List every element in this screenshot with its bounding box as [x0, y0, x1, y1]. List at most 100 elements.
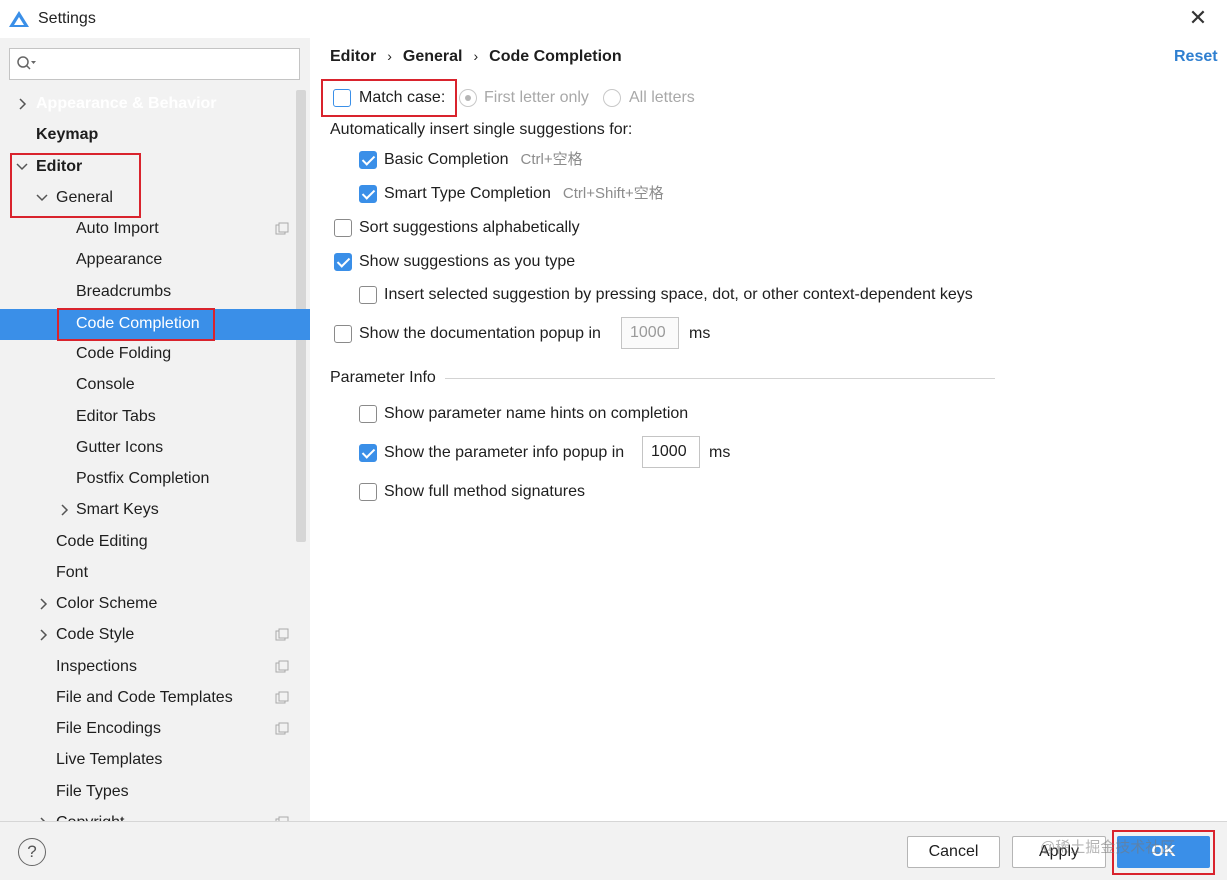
- sidebar-item-appearance-behavior[interactable]: Appearance & Behavior: [0, 89, 290, 119]
- parameter-info-heading: Parameter Info: [330, 369, 436, 386]
- show-as-type-checkbox[interactable]: [334, 253, 352, 271]
- sidebar-item-file-types[interactable]: File Types: [0, 777, 290, 807]
- sort-alpha-label: Sort suggestions alphabetically: [359, 219, 580, 236]
- sidebar-item-font[interactable]: Font: [0, 558, 290, 588]
- breadcrumb-general[interactable]: General: [403, 48, 463, 65]
- chevron-right-icon[interactable]: [36, 589, 50, 619]
- sidebar-item-label: Auto Import: [76, 220, 159, 237]
- doc-popup-delay-input[interactable]: 1000: [621, 317, 679, 349]
- sidebar-item-label: Gutter Icons: [76, 439, 164, 456]
- project-settings-icon: [275, 660, 289, 673]
- watermark-text: @稀土掘金技术社区: [1040, 839, 1176, 856]
- breadcrumb: Editor › General › Code Completion: [330, 48, 622, 66]
- all-letters-label: All letters: [629, 89, 695, 106]
- sidebar-item-label: Inspections: [56, 658, 137, 675]
- sidebar-item-label: Appearance & Behavior: [36, 95, 217, 112]
- sidebar-item-console[interactable]: Console: [0, 370, 290, 400]
- sidebar-item-postfix-completion[interactable]: Postfix Completion: [0, 464, 290, 494]
- basic-completion-checkbox[interactable]: [359, 151, 377, 169]
- chevron-right-icon[interactable]: [57, 495, 71, 525]
- breadcrumb-separator: ›: [473, 48, 479, 64]
- sort-alpha-checkbox[interactable]: [334, 219, 352, 237]
- settings-content: Editor › General › Code Completion Reset Mat…: [310, 38, 1227, 821]
- sidebar-item-label: Code Style: [56, 626, 135, 643]
- first-letter-only-radio[interactable]: [459, 89, 477, 107]
- smart-type-completion-checkbox[interactable]: [359, 185, 377, 203]
- project-settings-icon: [275, 628, 289, 641]
- basic-completion-row: Basic Completion Ctrl+空格: [359, 147, 759, 173]
- help-icon[interactable]: ?: [18, 838, 46, 866]
- sidebar-item-appearance[interactable]: Appearance: [0, 245, 290, 275]
- chevron-right-icon[interactable]: [15, 89, 29, 119]
- sidebar-item-auto-import[interactable]: Auto Import: [0, 214, 290, 244]
- doc-popup-ms-label: ms: [689, 325, 711, 342]
- param-name-hints-label: Show parameter name hints on completion: [384, 405, 689, 422]
- sidebar-item-label: Code Editing: [56, 533, 148, 550]
- sidebar-item-label: File Encodings: [56, 720, 161, 737]
- smart-type-completion-row: Smart Type Completion Ctrl+Shift+空格: [359, 181, 809, 207]
- param-info-delay-input[interactable]: 1000: [642, 436, 700, 468]
- breadcrumb-separator: ›: [387, 48, 392, 64]
- basic-completion-shortcut: Ctrl+空格: [520, 151, 583, 168]
- sidebar-item-gutter-icons[interactable]: Gutter Icons: [0, 433, 290, 463]
- sidebar-item-color-scheme[interactable]: Color Scheme: [0, 589, 290, 619]
- sidebar-item-label: Postfix Completion: [76, 470, 210, 487]
- settings-sidebar: Appearance & Behavior Keymap Editor Gene…: [0, 38, 310, 821]
- annotation-box-code-completion: [57, 308, 215, 341]
- insert-selected-row: Insert selected suggestion by pressing s…: [359, 282, 1059, 308]
- smart-type-completion-label: Smart Type Completion Ctrl+Shift+空格: [384, 185, 664, 202]
- chevron-right-icon[interactable]: [36, 620, 50, 650]
- sidebar-item-smart-keys[interactable]: Smart Keys: [0, 495, 290, 525]
- cancel-button[interactable]: Cancel: [907, 836, 1000, 868]
- sidebar-item-label: Copyright: [56, 808, 124, 821]
- sidebar-item-label: Font: [56, 564, 89, 581]
- sidebar-item-code-style[interactable]: Code Style: [0, 620, 290, 650]
- param-name-hints-row: Show parameter name hints on completion: [359, 401, 759, 427]
- sidebar-item-label: Smart Keys: [76, 501, 159, 518]
- param-info-ms-label: ms: [709, 444, 731, 461]
- full-signatures-checkbox[interactable]: [359, 483, 377, 501]
- sidebar-item-label: Keymap: [36, 126, 99, 143]
- param-name-hints-checkbox[interactable]: [359, 405, 377, 423]
- show-as-type-row: Show suggestions as you type: [334, 249, 734, 275]
- search-input[interactable]: [9, 48, 300, 80]
- section-divider: [445, 378, 995, 379]
- project-settings-icon: [275, 222, 289, 235]
- sidebar-item-label: Editor Tabs: [76, 408, 156, 425]
- all-letters-radio[interactable]: [603, 89, 621, 107]
- breadcrumb-editor[interactable]: Editor: [330, 48, 376, 65]
- app-logo-icon: [9, 11, 29, 27]
- sidebar-item-file-encodings[interactable]: File Encodings: [0, 714, 290, 744]
- reset-link[interactable]: Reset: [1174, 48, 1218, 66]
- sidebar-item-file-code-templates[interactable]: File and Code Templates: [0, 683, 290, 713]
- sidebar-item-copyright[interactable]: Copyright: [0, 808, 290, 821]
- sort-alpha-row: Sort suggestions alphabetically: [334, 215, 734, 241]
- param-info-popup-checkbox[interactable]: [359, 444, 377, 462]
- doc-popup-checkbox[interactable]: [334, 325, 352, 343]
- auto-insert-heading: Automatically insert single suggestions …: [330, 121, 633, 138]
- full-signatures-label: Show full method signatures: [384, 483, 585, 500]
- close-icon[interactable]: ✕: [1186, 6, 1210, 30]
- doc-popup-label: Show the documentation popup in: [359, 325, 601, 342]
- dialog-footer: ? Cancel Apply OK @稀土掘金技术社区: [0, 821, 1227, 880]
- sidebar-item-label: Color Scheme: [56, 595, 158, 612]
- sidebar-item-label: Breadcrumbs: [76, 283, 172, 300]
- sidebar-item-label: File and Code Templates: [56, 689, 233, 706]
- sidebar-item-label: Console: [76, 376, 135, 393]
- basic-completion-label: Basic Completion Ctrl+空格: [384, 151, 583, 168]
- sidebar-item-code-folding[interactable]: Code Folding: [0, 339, 290, 369]
- title-bar: Settings ✕: [0, 0, 1227, 38]
- full-signatures-row: Show full method signatures: [359, 479, 759, 505]
- sidebar-item-inspections[interactable]: Inspections: [0, 652, 290, 682]
- param-info-popup-label: Show the parameter info popup in: [384, 444, 625, 461]
- sidebar-item-live-templates[interactable]: Live Templates: [0, 745, 290, 775]
- insert-selected-checkbox[interactable]: [359, 286, 377, 304]
- sidebar-item-keymap[interactable]: Keymap: [0, 120, 290, 150]
- sidebar-item-code-editing[interactable]: Code Editing: [0, 527, 290, 557]
- sidebar-item-label: File Types: [56, 783, 129, 800]
- sidebar-item-breadcrumbs[interactable]: Breadcrumbs: [0, 277, 290, 307]
- sidebar-item-editor-tabs[interactable]: Editor Tabs: [0, 402, 290, 432]
- chevron-right-icon[interactable]: [36, 808, 50, 821]
- annotation-box-match-case: [321, 79, 457, 117]
- window-title: Settings: [38, 10, 96, 27]
